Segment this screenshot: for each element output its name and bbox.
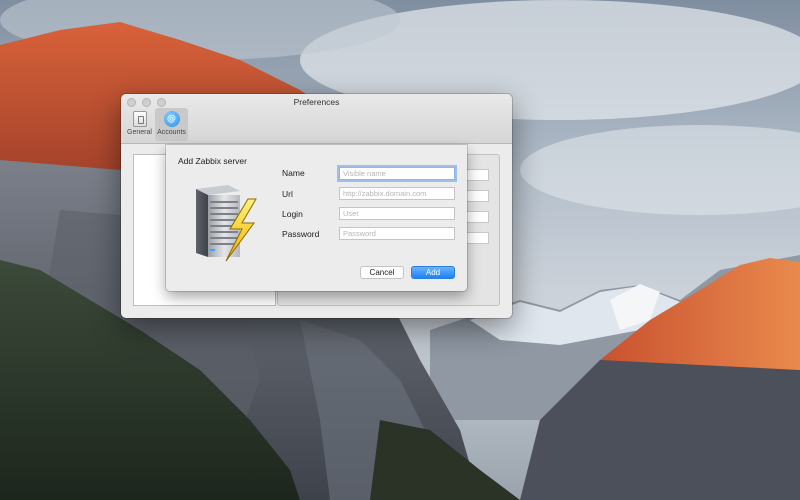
server-icon [190,183,266,263]
login-label: Login [282,209,303,219]
add-button[interactable]: Add [411,266,455,279]
password-label: Password [282,229,320,239]
add-server-sheet: Add Zabbix server Name Visible name Url … [166,145,467,291]
sheet-title: Add Zabbix server [178,156,247,166]
toolbar-general-label: General [127,129,152,136]
general-settings-icon [132,111,147,127]
toolbar-accounts-label: Accounts [157,129,186,136]
url-input[interactable] [339,187,455,200]
cancel-button[interactable]: Cancel [360,266,404,279]
toolbar-accounts-tab[interactable]: @ Accounts [155,108,188,141]
name-label: Name [282,168,305,178]
window-title: Preferences [293,97,340,107]
toolbar-general-tab[interactable]: General [123,108,156,141]
login-input[interactable] [339,207,455,220]
window-titlebar: Preferences General @ Accounts [121,94,512,144]
password-input[interactable] [339,227,455,240]
at-sign-icon: @ [163,111,180,127]
url-label: Url [282,189,293,199]
name-input[interactable] [339,167,455,180]
